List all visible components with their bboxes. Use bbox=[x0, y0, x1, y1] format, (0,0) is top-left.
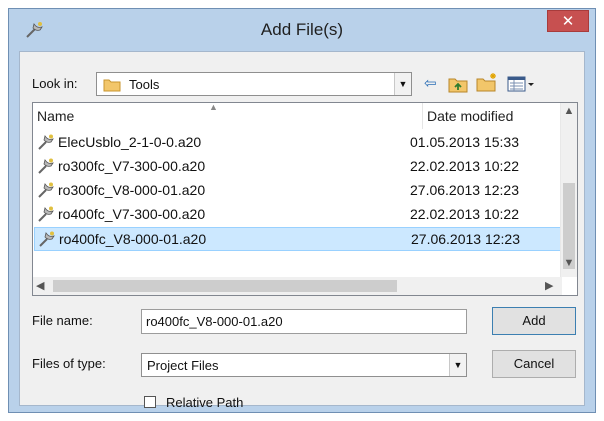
look-in-dropdown[interactable]: Tools ▼ bbox=[96, 72, 412, 96]
file-name: ro400fc_V7-300-00.a20 bbox=[58, 206, 206, 222]
file-name: ro300fc_V7-300-00.a20 bbox=[58, 158, 206, 174]
file-icon bbox=[39, 231, 56, 248]
file-icon bbox=[38, 182, 55, 199]
file-name-value: ro400fc_V8-000-01.a20 bbox=[146, 314, 283, 329]
file-name: ro400fc_V8-000-01.a20 bbox=[59, 231, 207, 247]
file-row[interactable]: ro400fc_V8-000-01.a20 27.06.2013 12:23 bbox=[34, 227, 561, 251]
file-row[interactable]: ElecUsblo_2-1-0-0.a20 01.05.2013 15:33 bbox=[34, 131, 561, 155]
file-type-value: Project Files bbox=[147, 358, 219, 373]
relative-path-checkbox[interactable] bbox=[144, 396, 156, 408]
scroll-down-icon[interactable]: ▼ bbox=[561, 257, 577, 269]
title-bar[interactable]: Add File(s) ✕ bbox=[9, 9, 595, 51]
back-icon: ⇦ bbox=[424, 75, 437, 92]
file-icon bbox=[38, 206, 55, 223]
file-type-label: Files of type: bbox=[32, 356, 106, 371]
add-files-dialog: Add File(s) ✕ Look in: Tools ▼ ⇦ Name ▲ … bbox=[8, 8, 596, 413]
close-icon: ✕ bbox=[561, 13, 575, 30]
file-type-dropdown[interactable]: Project Files ▼ bbox=[141, 353, 467, 377]
view-menu-icon[interactable] bbox=[507, 74, 537, 94]
close-button[interactable]: ✕ bbox=[547, 10, 589, 32]
file-name: ElecUsblo_2-1-0-0.a20 bbox=[58, 134, 202, 150]
file-name-label: File name: bbox=[32, 313, 93, 328]
horizontal-scrollbar[interactable]: ◀ ▶ bbox=[33, 277, 562, 295]
file-date: 27.06.2013 12:23 bbox=[411, 231, 520, 247]
dialog-body: Look in: Tools ▼ ⇦ Name ▲ Date modified … bbox=[19, 51, 585, 410]
file-row[interactable]: ro300fc_V7-300-00.a20 22.02.2013 10:22 bbox=[34, 155, 561, 179]
add-button[interactable]: Add bbox=[492, 307, 576, 335]
file-name: ro300fc_V8-000-01.a20 bbox=[58, 182, 206, 198]
vertical-scrollbar[interactable]: ▲ ▼ bbox=[560, 103, 577, 277]
file-list[interactable]: Name ▲ Date modified ElecUsblo_2-1-0-0.a… bbox=[32, 102, 578, 296]
folder-icon bbox=[103, 79, 121, 92]
look-in-label: Look in: bbox=[32, 76, 78, 91]
look-in-value: Tools bbox=[129, 77, 160, 92]
relative-path-label[interactable]: Relative Path bbox=[166, 395, 243, 410]
column-header-date[interactable]: Date modified bbox=[427, 103, 559, 129]
chevron-down-icon: ▼ bbox=[449, 354, 466, 376]
up-folder-icon[interactable] bbox=[448, 74, 468, 94]
cancel-button[interactable]: Cancel bbox=[492, 350, 576, 378]
dialog-title: Add File(s) bbox=[260, 20, 344, 39]
column-header-name[interactable]: Name ▲ bbox=[37, 103, 423, 129]
file-icon bbox=[38, 134, 55, 151]
date-header-label: Date modified bbox=[427, 108, 514, 124]
horizontal-scroll-thumb[interactable] bbox=[53, 280, 397, 292]
file-name-input[interactable]: ro400fc_V8-000-01.a20 bbox=[141, 309, 467, 334]
scroll-right-icon[interactable]: ▶ bbox=[545, 279, 553, 292]
file-row[interactable]: ro300fc_V8-000-01.a20 27.06.2013 12:23 bbox=[34, 179, 561, 203]
file-row[interactable]: ro400fc_V7-300-00.a20 22.02.2013 10:22 bbox=[34, 203, 561, 227]
file-date: 22.02.2013 10:22 bbox=[410, 206, 519, 222]
name-header-label: Name bbox=[37, 108, 75, 124]
scroll-left-icon[interactable]: ◀ bbox=[36, 279, 44, 292]
file-date: 01.05.2013 15:33 bbox=[410, 134, 519, 150]
sort-ascending-icon: ▲ bbox=[209, 102, 218, 112]
new-folder-icon[interactable] bbox=[476, 72, 498, 92]
file-date: 22.02.2013 10:22 bbox=[410, 158, 519, 174]
file-date: 27.06.2013 12:23 bbox=[410, 182, 519, 198]
chevron-down-icon: ▼ bbox=[394, 73, 411, 95]
back-button[interactable]: ⇦ bbox=[424, 74, 442, 94]
scroll-up-icon[interactable]: ▲ bbox=[561, 105, 577, 117]
file-icon bbox=[38, 158, 55, 175]
